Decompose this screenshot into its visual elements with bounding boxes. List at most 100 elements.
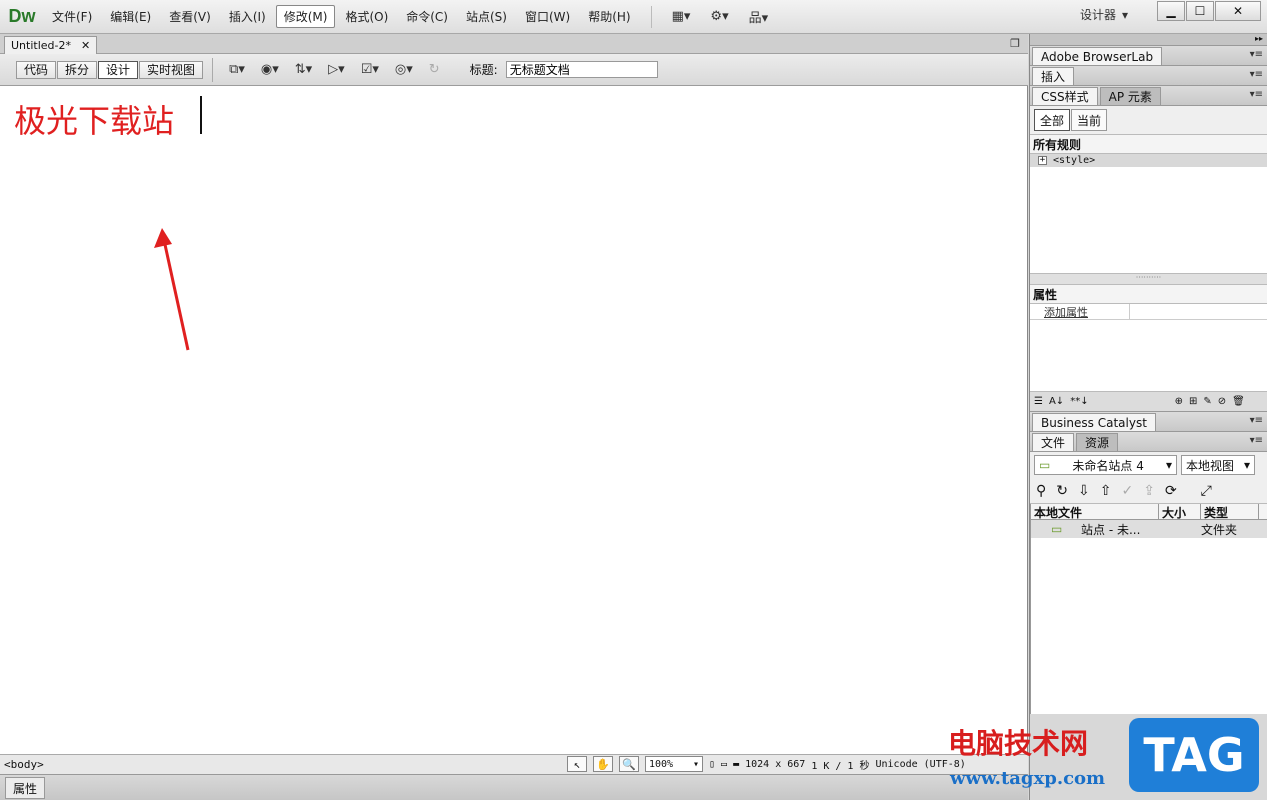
watermark-badge: TAG bbox=[1129, 718, 1259, 792]
document-tab[interactable]: Untitled-2* ✕ bbox=[4, 36, 98, 54]
phone-size-icon[interactable]: ▯ bbox=[709, 759, 715, 770]
rule-item[interactable]: + <style> bbox=[1030, 154, 1267, 167]
document-tab-bar: Untitled-2* ✕ ❐ bbox=[0, 34, 1028, 54]
document-toolbar: 代码 拆分 设计 实时视图 ⧉▾ ◉▾ ⇅▾ ▷▾ ☑▾ ◎▾ ↻ 标题: bbox=[0, 54, 1028, 86]
inspect-icon[interactable]: ▷▾ bbox=[328, 62, 345, 77]
check-out-icon[interactable]: ✓ bbox=[1121, 483, 1133, 499]
gear-icon[interactable]: ⚙▾ bbox=[710, 9, 728, 24]
status-tools: ↖ ✋ 🔍 100% ▾ ▯ ▭ ▬ 1024 x 667 1 K / 1 秒 U… bbox=[567, 756, 966, 772]
layout-icon[interactable]: ▦▾ bbox=[672, 9, 691, 24]
refresh-icon[interactable]: ↻ bbox=[1056, 483, 1068, 499]
tab-files[interactable]: 文件 bbox=[1032, 433, 1075, 451]
collapse-panels-icon[interactable]: ▸▸ bbox=[1030, 34, 1267, 46]
css-mode-buttons: 全部 当前 bbox=[1030, 106, 1267, 134]
tab-css-styles[interactable]: CSS样式 bbox=[1032, 87, 1098, 105]
column-local-files[interactable]: 本地文件 bbox=[1031, 504, 1159, 520]
zoom-select[interactable]: 100% ▾ bbox=[645, 756, 703, 772]
properties-title: 属性 bbox=[1030, 284, 1267, 304]
minimize-button[interactable]: ▁ bbox=[1157, 1, 1185, 21]
menu-window[interactable]: 窗口(W) bbox=[517, 5, 578, 28]
browser-preview-icon[interactable]: ◉▾ bbox=[261, 62, 279, 77]
menu-help[interactable]: 帮助(H) bbox=[580, 5, 638, 28]
set-properties-icon[interactable]: **↓ bbox=[1070, 396, 1088, 407]
file-table-header: 本地文件 大小 类型 bbox=[1031, 504, 1267, 520]
put-files-icon[interactable]: ⇧ bbox=[1100, 483, 1112, 499]
menu-insert[interactable]: 插入(I) bbox=[221, 5, 274, 28]
attach-stylesheet-icon[interactable]: ⊕ bbox=[1175, 396, 1183, 407]
menu-edit[interactable]: 编辑(E) bbox=[102, 5, 159, 28]
site-map-icon[interactable]: 品▾ bbox=[749, 7, 769, 26]
panel-menu-icon[interactable]: ▾≡ bbox=[1250, 89, 1263, 100]
menu-site[interactable]: 站点(S) bbox=[458, 5, 515, 28]
panel-menu-icon[interactable]: ▾≡ bbox=[1250, 435, 1263, 446]
pointer-tool-icon[interactable]: ↖ bbox=[567, 756, 587, 772]
edit-rule-icon[interactable]: ✎ bbox=[1203, 396, 1211, 407]
window-size[interactable]: 1024 x 667 bbox=[745, 759, 805, 770]
alpha-sort-icon[interactable]: A↓ bbox=[1049, 396, 1064, 407]
close-icon[interactable]: ✕ bbox=[81, 39, 90, 52]
annotation-arrow bbox=[154, 228, 190, 351]
tablet-size-icon[interactable]: ▭ bbox=[721, 759, 727, 770]
panel-menu-icon[interactable]: ▾≡ bbox=[1250, 415, 1263, 426]
new-rule-icon[interactable]: ⊞ bbox=[1189, 396, 1197, 407]
properties-list: 添加属性 bbox=[1030, 303, 1267, 392]
tab-business-catalyst[interactable]: Business Catalyst bbox=[1032, 413, 1156, 431]
canvas-text[interactable]: 极光下载站 bbox=[14, 96, 174, 142]
all-rules-button[interactable]: 全部 bbox=[1034, 109, 1071, 131]
title-input[interactable] bbox=[505, 61, 658, 78]
delete-icon[interactable]: 🗑 bbox=[1232, 396, 1245, 407]
view-select[interactable]: 本地视图 ▾ bbox=[1181, 455, 1255, 475]
design-view-button[interactable]: 设计 bbox=[98, 60, 139, 79]
zoom-tool-icon[interactable]: 🔍 bbox=[619, 756, 639, 772]
category-view-icon[interactable]: ☰ bbox=[1034, 396, 1043, 407]
tab-ap-elements[interactable]: AP 元素 bbox=[1099, 87, 1161, 105]
panel-menu-icon[interactable]: ▾≡ bbox=[1250, 69, 1263, 80]
column-size[interactable]: 大小 bbox=[1159, 504, 1201, 520]
column-type[interactable]: 类型 bbox=[1201, 504, 1259, 520]
menu-view[interactable]: 查看(V) bbox=[161, 5, 219, 28]
desktop-size-icon[interactable]: ▬ bbox=[733, 759, 739, 770]
tab-browserlab[interactable]: Adobe BrowserLab bbox=[1032, 47, 1163, 65]
tab-insert[interactable]: 插入 bbox=[1032, 67, 1075, 85]
folder-icon: ▭ bbox=[1039, 458, 1051, 472]
close-window-button[interactable]: ✕ bbox=[1215, 1, 1261, 21]
validation-icon[interactable]: ☑▾ bbox=[361, 62, 379, 77]
refresh-icon[interactable]: ↻ bbox=[429, 62, 440, 77]
file-management-icon[interactable]: ⇅▾ bbox=[295, 62, 312, 77]
restore-icon[interactable]: ❐ bbox=[1010, 37, 1020, 50]
site-select[interactable]: ▭ 未命名站点 4 ▾ bbox=[1034, 455, 1177, 475]
design-canvas[interactable]: 极光下载站 bbox=[0, 86, 1028, 754]
live-view-button[interactable]: 实时视图 bbox=[139, 60, 204, 79]
add-property-row: 添加属性 bbox=[1030, 303, 1267, 320]
menu-commands[interactable]: 命令(C) bbox=[398, 5, 456, 28]
visual-aids-icon[interactable]: ◎▾ bbox=[395, 62, 413, 77]
get-files-icon[interactable]: ⇩ bbox=[1078, 483, 1090, 499]
multiscreen-icon[interactable]: ⧉▾ bbox=[229, 62, 245, 77]
check-in-icon[interactable]: ⇪ bbox=[1143, 483, 1155, 499]
synchronize-icon[interactable]: ⟳ bbox=[1165, 483, 1177, 499]
tag-selector[interactable]: <body> bbox=[4, 758, 44, 771]
expand-panel-icon[interactable]: ⤢ bbox=[1201, 483, 1212, 499]
right-panel-group: ▸▸ Adobe BrowserLab ▾≡ 插入 ▾≡ CSS样式 AP 元素… bbox=[1029, 34, 1267, 800]
tab-assets[interactable]: 资源 bbox=[1076, 433, 1119, 451]
add-property-link[interactable]: 添加属性 bbox=[1044, 303, 1130, 320]
expand-icon[interactable]: + bbox=[1038, 156, 1047, 165]
hand-tool-icon[interactable]: ✋ bbox=[593, 756, 613, 772]
panel-splitter[interactable]: ·········· bbox=[1030, 274, 1267, 284]
rules-list: + <style> bbox=[1030, 154, 1267, 274]
rule-item-label: <style> bbox=[1053, 155, 1096, 166]
current-rules-button[interactable]: 当前 bbox=[1071, 109, 1108, 131]
properties-tab[interactable]: 属性 bbox=[5, 777, 45, 799]
code-view-button[interactable]: 代码 bbox=[16, 60, 57, 79]
menu-modify[interactable]: 修改(M) bbox=[275, 5, 336, 28]
panel-menu-icon[interactable]: ▾≡ bbox=[1250, 49, 1263, 60]
maximize-button[interactable]: ☐ bbox=[1186, 1, 1214, 21]
connect-icon[interactable]: ⚲ bbox=[1036, 483, 1046, 499]
menu-file[interactable]: 文件(F) bbox=[44, 5, 100, 28]
menu-format[interactable]: 格式(O) bbox=[337, 5, 396, 28]
table-row[interactable]: ▭ 站点 - 未... 文件夹 bbox=[1031, 520, 1267, 538]
split-view-button[interactable]: 拆分 bbox=[57, 60, 98, 79]
disable-rule-icon[interactable]: ⊘ bbox=[1218, 396, 1226, 407]
chevron-down-icon: ▾ bbox=[1122, 7, 1129, 22]
workspace-switcher[interactable]: 设计器 ▾ bbox=[1080, 6, 1128, 23]
